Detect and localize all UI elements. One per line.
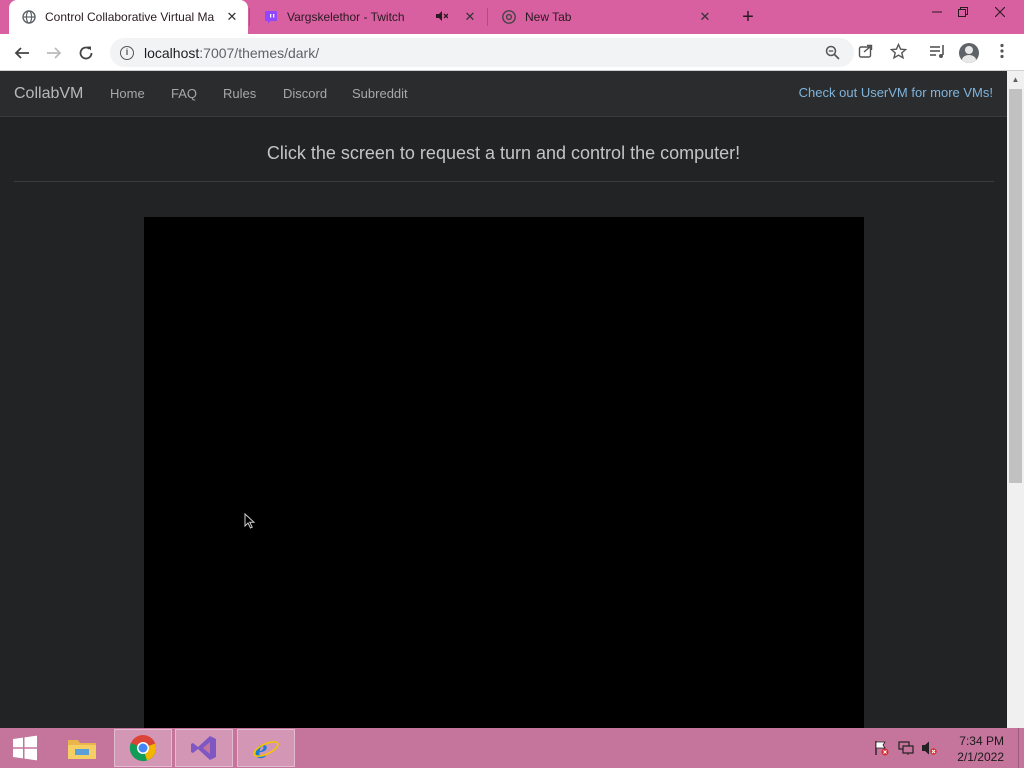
new-tab-button[interactable]: + [737,6,759,28]
system-clock[interactable]: 7:34 PM 2/1/2022 [957,733,1004,765]
show-desktop-button[interactable] [1018,728,1024,768]
nav-subreddit[interactable]: Subreddit [352,86,408,101]
tab-title: Vargskelethor - Twitch [287,10,405,24]
close-tab-icon[interactable]: ✕ [224,9,240,25]
bookmark-star-icon[interactable] [888,42,908,63]
start-button[interactable] [0,728,50,768]
site-navbar: CollabVM Home FAQ Rules Discord Subreddi… [0,71,1007,117]
scroll-up-arrow-icon[interactable]: ▲ [1007,71,1024,88]
scroll-thumb[interactable] [1009,89,1022,483]
tab-new-tab[interactable]: New Tab ✕ [489,0,721,34]
browser-tab-strip: Control Collaborative Virtual Ma ✕ Vargs… [0,0,1024,34]
internet-explorer-icon[interactable]: e [237,729,295,767]
visual-studio-icon[interactable] [175,729,233,767]
browser-toolbar: i localhost:7007/themes/dark/ [0,34,1024,71]
nav-faq[interactable]: FAQ [171,86,197,101]
close-tab-icon[interactable]: ✕ [697,9,713,25]
page-scrollbar[interactable]: ▲ [1007,71,1024,728]
back-icon[interactable] [9,40,35,66]
muted-audio-icon[interactable] [436,10,450,24]
nav-home[interactable]: Home [110,86,145,101]
tab-collabvm[interactable]: Control Collaborative Virtual Ma ✕ [9,0,248,34]
file-explorer-icon[interactable] [53,729,111,767]
network-icon[interactable] [898,740,914,756]
tab-title: Control Collaborative Virtual Ma [45,10,215,24]
vm-display-screen[interactable] [144,217,864,728]
chrome-icon [501,9,517,25]
url-host: localhost [144,44,200,61]
turn-request-headline: Click the screen to request a turn and c… [266,143,741,163]
globe-icon [21,9,37,25]
url-path: :7007/themes/dark/ [199,44,320,61]
windows-logo-icon [13,735,37,761]
forward-icon[interactable] [41,40,67,66]
menu-kebab-icon[interactable] [992,43,1012,63]
nav-rules[interactable]: Rules [223,86,256,101]
chrome-icon[interactable] [114,729,172,767]
volume-muted-icon[interactable] [921,740,937,756]
divider [14,181,994,182]
zoom-icon[interactable] [824,45,840,61]
uservm-promo-link[interactable]: Check out UserVM for more VMs! [799,85,993,100]
twitch-icon [263,9,279,25]
clock-date: 2/1/2022 [957,750,1004,764]
nav-discord[interactable]: Discord [283,86,327,101]
close-tab-icon[interactable]: ✕ [462,9,478,25]
tab-title: New Tab [525,10,572,24]
action-center-flag-icon[interactable] [873,740,889,756]
mouse-cursor-icon [244,512,256,529]
tab-divider [487,8,488,26]
profile-avatar-icon[interactable] [959,43,979,63]
reload-icon[interactable] [73,40,99,66]
restore-icon[interactable] [948,0,978,24]
url-text: localhost:7007/themes/dark/ [144,45,319,61]
close-window-icon[interactable] [985,0,1015,24]
tab-twitch[interactable]: Vargskelethor - Twitch ✕ [251,0,486,34]
media-control-icon[interactable] [927,43,947,63]
site-info-icon[interactable]: i [120,45,134,60]
collabvm-page: CollabVM Home FAQ Rules Discord Subreddi… [0,71,1007,728]
address-bar[interactable]: i localhost:7007/themes/dark/ [110,38,854,67]
windows-taskbar: e 7:34 PM 2/1/2022 [0,728,1024,768]
site-brand[interactable]: CollabVM [14,85,83,103]
clock-time: 7:34 PM [959,734,1004,748]
share-icon[interactable] [856,43,876,63]
tab-divider [249,8,250,26]
